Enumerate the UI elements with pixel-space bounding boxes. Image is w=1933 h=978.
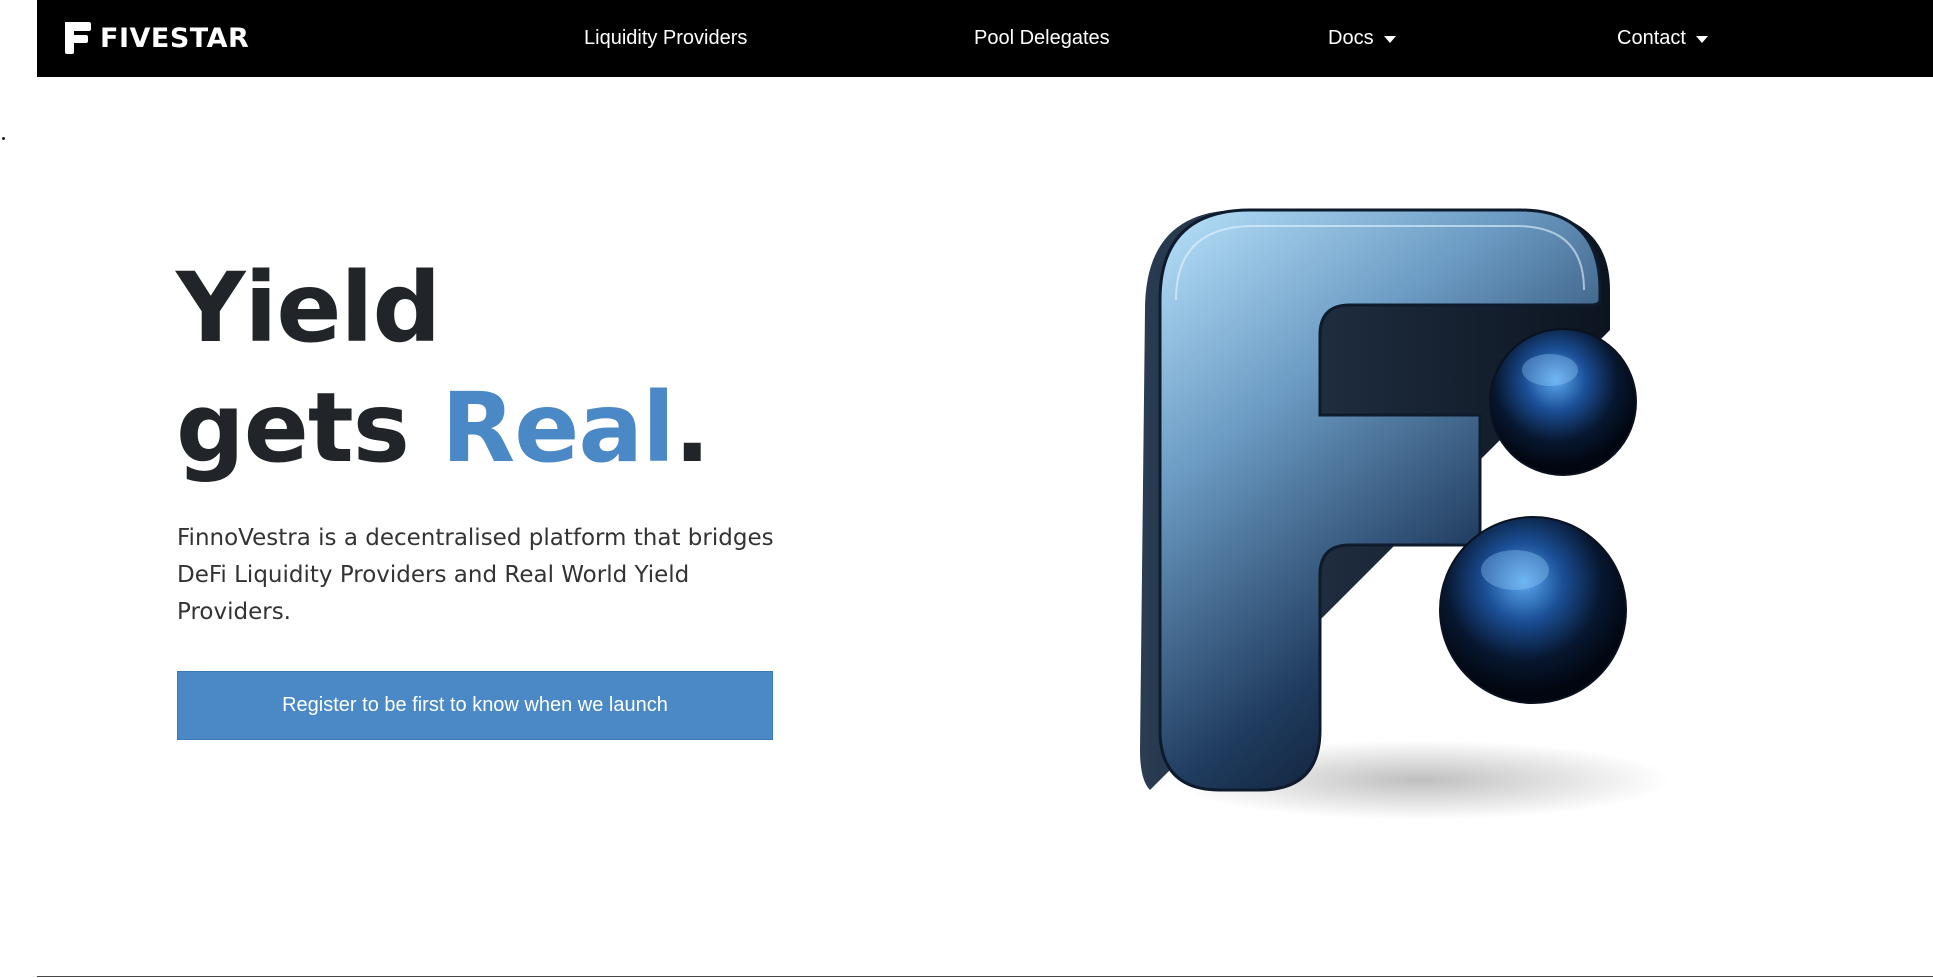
top-navbar: FIVESTAR Liquidity Providers Pool Delega… [37,0,1933,77]
stray-dot [2,137,5,140]
nav-liquidity-providers[interactable]: Liquidity Providers [584,0,747,77]
caret-down-icon [1383,36,1396,43]
nav-docs-dropdown[interactable]: Docs [1328,0,1396,77]
brand-logo-link[interactable]: FIVESTAR [62,19,249,57]
nav-contact-label: Contact [1617,27,1686,49]
nav-pool-delegates-label: Pool Delegates [974,27,1110,49]
hero-title-line1: Yield [176,252,441,364]
section-divider [37,976,1933,977]
caret-down-icon [1695,36,1708,43]
nav-liquidity-providers-label: Liquidity Providers [584,27,748,49]
hero-title-accent: Real [441,372,675,484]
nav-docs-label: Docs [1328,27,1374,49]
register-button[interactable]: Register to be first to know when we lau… [177,671,773,740]
hero-description: FinnoVestra is a decentralised platform … [177,525,774,625]
nav-contact-dropdown[interactable]: Contact [1617,0,1708,77]
hero-title-period: . [674,372,710,484]
fivestar-logo-icon [65,22,91,54]
brand-name: FIVESTAR [100,22,250,54]
hero-title-word: gets [176,372,410,484]
hero-title: Yield gets Real. [176,248,710,488]
fivestar-3d-logo-icon [1140,208,1670,820]
nav-pool-delegates[interactable]: Pool Delegates [974,0,1110,77]
